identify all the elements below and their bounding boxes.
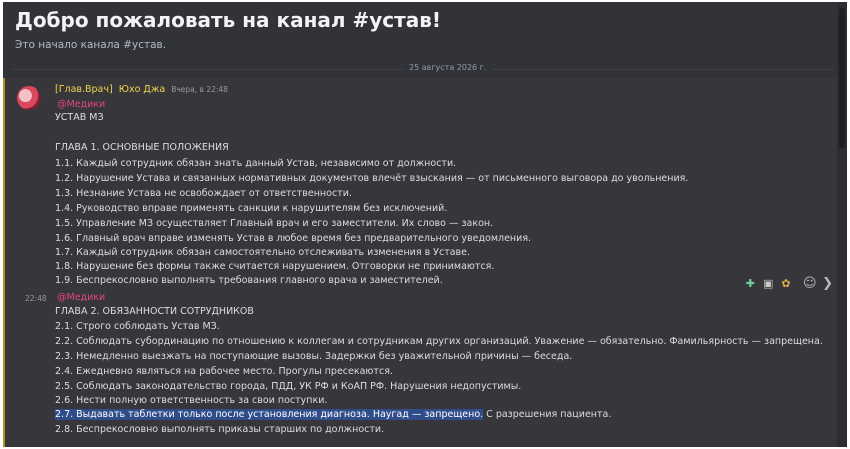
list-item-selected[interactable]: 2.7. Выдавать таблетки только после уста…	[55, 409, 611, 421]
list-item: 2.4. Ежедневно являться на рабочее место…	[55, 366, 393, 377]
role-mention[interactable]: @Медики	[55, 292, 107, 304]
message-header: [Глав.Врач] Юхо Джа Вчера, в 22:48	[55, 84, 228, 95]
sticker-reaction-icon[interactable]: ✚	[743, 275, 758, 291]
list-item: 2.5. Соблюдать законодательство города, …	[55, 381, 522, 392]
list-item: 2.8. Беспрекословно выполнять приказы ст…	[55, 424, 385, 435]
hover-timestamp: 22:48	[25, 294, 47, 303]
date-divider-label: 25 августа 2026 г.	[403, 63, 493, 72]
list-item: 1.6. Главный врач вправе изменять Устав …	[55, 233, 532, 244]
message-title: УСТАВ МЗ	[55, 112, 104, 123]
selected-text[interactable]: 2.7. Выдавать таблетки только после уста…	[55, 409, 484, 420]
list-item: 1.7. Каждый сотрудник обязан самостоятел…	[55, 247, 471, 258]
message-timestamp: Вчера, в 22:48	[171, 85, 228, 94]
list-item: 1.2. Нарушение Устава и связанных нормат…	[55, 173, 689, 184]
scrollbar[interactable]	[837, 2, 847, 447]
channel-welcome-title: Добро пожаловать на канал #устав!	[15, 8, 442, 32]
message-actions-bar: ✚ ▣ ✿ ☺ ❯	[743, 270, 835, 296]
chat-view: Добро пожаловать на канал #устав! Это на…	[3, 2, 847, 447]
list-item: 1.8. Нарушение без формы также считается…	[55, 261, 495, 272]
list-item: 2.6. Нести полную ответственность за сво…	[55, 395, 328, 406]
more-options-icon[interactable]: ❯	[820, 275, 835, 291]
role-mention[interactable]: @Медики	[55, 99, 107, 111]
add-reaction-icon[interactable]: ☺	[802, 275, 817, 291]
list-item: 1.4. Руководство вправе применять санкци…	[55, 203, 448, 214]
avatar[interactable]	[17, 86, 41, 110]
date-divider: 25 августа 2026 г.	[3, 62, 833, 76]
channel-welcome-subtitle: Это начало канала #устав.	[15, 39, 167, 51]
image-reaction-icon[interactable]: ▣	[761, 275, 776, 291]
list-item: 1.5. Управление МЗ осуществляет Главный …	[55, 218, 494, 229]
list-item: 1.3. Незнание Устава не освобождает от о…	[55, 188, 352, 199]
unselected-text: С разрешения пациента.	[483, 409, 612, 420]
list-item: 1.1. Каждый сотрудник обязан знать данны…	[55, 158, 457, 169]
author-name[interactable]: Юхо Джа	[119, 84, 166, 95]
list-item: 2.3. Немедленно выезжать на поступающие …	[55, 351, 573, 362]
emoji-reaction-icon[interactable]: ✿	[779, 275, 794, 291]
list-item: 2.2. Соблюдать субординацию по отношению…	[55, 336, 823, 347]
chapter-heading: ГЛАВА 2. ОБЯЗАННОСТИ СОТРУДНИКОВ	[55, 306, 254, 317]
list-item: 1.9. Беспрекословно выполнять требования…	[55, 275, 443, 286]
chapter-heading: ГЛАВА 1. ОСНОВНЫЕ ПОЛОЖЕНИЯ	[55, 142, 229, 153]
author-role[interactable]: [Глав.Врач]	[55, 84, 113, 95]
scrollbar-thumb[interactable]	[839, 8, 845, 148]
list-item: 2.1. Строго соблюдать Устав МЗ.	[55, 321, 220, 332]
